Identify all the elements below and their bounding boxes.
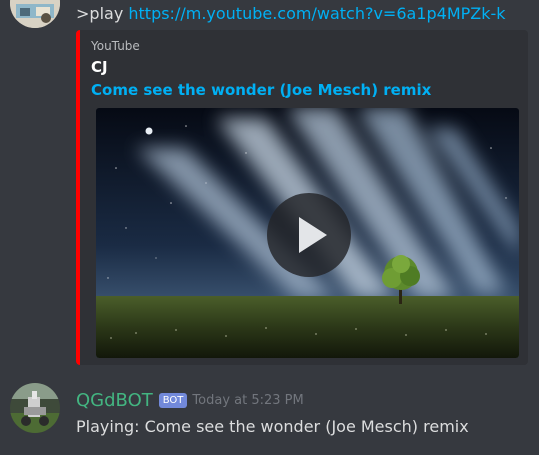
message-content: Playing: Come see the wonder (Joe Mesch)… — [76, 417, 469, 436]
play-button[interactable] — [267, 193, 351, 277]
embed-title-link[interactable]: Come see the wonder (Joe Mesch) remix — [91, 80, 431, 100]
chat-messages: >play https://m.youtube.com/watch?v=6a1p… — [0, 0, 539, 455]
youtube-embed: YouTube CJ Come see the wonder (Joe Mesc… — [76, 30, 528, 365]
bot-badge: BOT — [158, 392, 188, 408]
command-text: >play — [76, 4, 129, 23]
embed-author[interactable]: CJ — [91, 57, 108, 77]
message-header: QGdBOT BOT Today at 5:23 PM — [76, 389, 304, 413]
bot-avatar[interactable] — [10, 383, 60, 433]
message-content: >play https://m.youtube.com/watch?v=6a1p… — [76, 3, 506, 25]
video-thumbnail[interactable] — [96, 108, 519, 358]
bot-username[interactable]: QGdBOT — [76, 390, 153, 411]
youtube-link[interactable]: https://m.youtube.com/watch?v=6a1p4MPZk-… — [128, 4, 505, 23]
embed-provider[interactable]: YouTube — [91, 38, 140, 54]
user-avatar[interactable] — [10, 0, 60, 28]
play-icon — [299, 217, 327, 253]
message-timestamp: Today at 5:23 PM — [192, 393, 304, 408]
